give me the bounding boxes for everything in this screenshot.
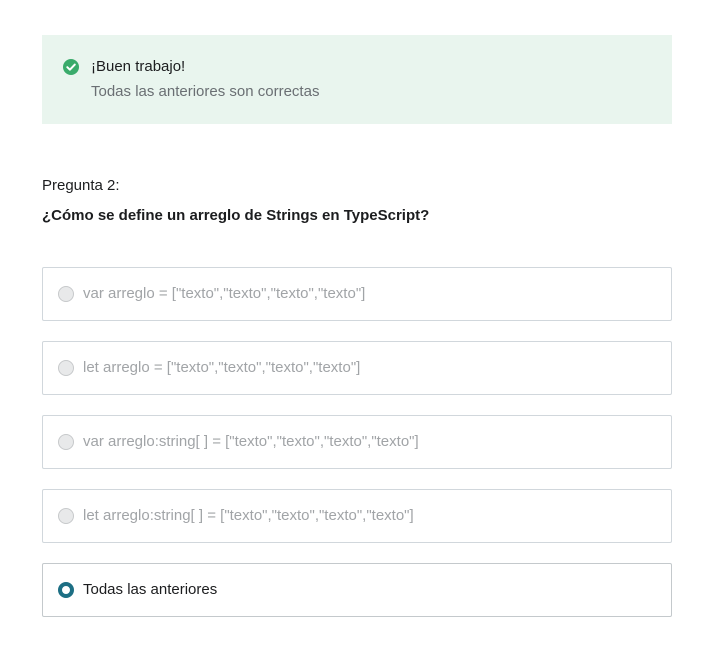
answer-option[interactable]: var arreglo = ["texto","texto","texto","… [42, 267, 672, 321]
question-number: Pregunta 2: [42, 177, 120, 194]
answer-option-label: let arreglo:string[ ] = ["texto","texto"… [83, 507, 414, 524]
answer-option[interactable]: var arreglo:string[ ] = ["texto","texto"… [42, 415, 672, 469]
answer-options: var arreglo = ["texto","texto","texto","… [42, 267, 672, 637]
feedback-title: ¡Buen trabajo! [91, 58, 186, 75]
answer-option-label: Todas las anteriores [83, 581, 218, 598]
radio-button[interactable] [58, 508, 74, 524]
radio-button[interactable] [58, 286, 74, 302]
feedback-message: Todas las anteriores son correctas [91, 83, 320, 100]
answer-option[interactable]: let arreglo:string[ ] = ["texto","texto"… [42, 489, 672, 543]
answer-option-label: var arreglo = ["texto","texto","texto","… [83, 285, 366, 302]
answer-option-label: let arreglo = ["texto","texto","texto","… [83, 359, 361, 376]
check-circle-icon [63, 59, 79, 75]
radio-button[interactable] [58, 582, 74, 598]
answer-option-selected[interactable]: Todas las anteriores [42, 563, 672, 617]
feedback-banner: ¡Buen trabajo! Todas las anteriores son … [42, 35, 672, 124]
answer-option-label: var arreglo:string[ ] = ["texto","texto"… [83, 433, 419, 450]
radio-button[interactable] [58, 434, 74, 450]
question-text: ¿Cómo se define un arreglo de Strings en… [42, 207, 430, 224]
radio-button[interactable] [58, 360, 74, 376]
answer-option[interactable]: let arreglo = ["texto","texto","texto","… [42, 341, 672, 395]
